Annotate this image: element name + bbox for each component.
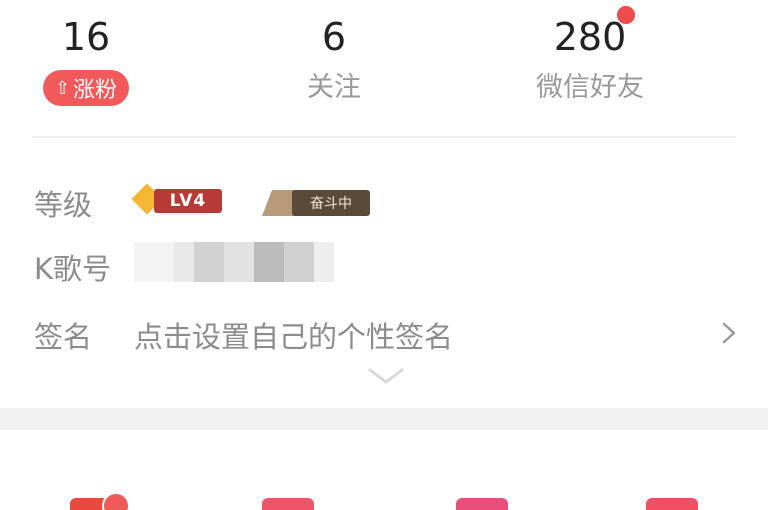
section-separator (0, 408, 768, 430)
menu-icon-2[interactable] (262, 498, 314, 510)
following-stat[interactable]: 6 关注 (274, 12, 394, 108)
fans-stat[interactable]: 16 ⇧ 涨粉 (26, 12, 146, 106)
chevron-right-icon[interactable] (716, 318, 742, 348)
gain-fans-label: 涨粉 (73, 78, 118, 103)
signature-placeholder[interactable]: 点击设置自己的个性签名 (134, 314, 453, 356)
menu-icon-3[interactable] (456, 498, 508, 510)
menu-badge-dot (102, 492, 130, 510)
following-count: 6 (321, 15, 347, 59)
level-badge-text: LV4 (154, 189, 222, 213)
gain-fans-button[interactable]: ⇧ 涨粉 (42, 70, 130, 106)
rank-badge[interactable]: 奋斗中 (262, 190, 370, 216)
profile-page: 16 ⇧ 涨粉 6 关注 280 微信好友 等级 LV4 奋斗中 K歌号 签名 … (0, 0, 768, 510)
level-badge[interactable]: LV4 (131, 183, 224, 218)
following-label: 关注 (307, 72, 361, 103)
level-label: 等级 (34, 188, 93, 222)
divider (32, 136, 736, 138)
rank-badge-text: 奋斗中 (292, 190, 370, 216)
wechat-friends-label: 微信好友 (536, 72, 644, 103)
kid-label: K歌号 (34, 252, 112, 286)
signature-label: 签名 (34, 320, 93, 354)
chevron-down-icon[interactable] (366, 366, 406, 386)
menu-icon-4[interactable] (646, 498, 698, 510)
up-arrow-icon: ⇧ (54, 77, 71, 99)
kid-value-redacted (134, 242, 334, 282)
wechat-friends-stat[interactable]: 280 微信好友 (510, 12, 670, 108)
wechat-friends-count: 280 (553, 15, 627, 59)
notification-dot (617, 6, 635, 24)
fans-count: 16 (61, 15, 111, 59)
